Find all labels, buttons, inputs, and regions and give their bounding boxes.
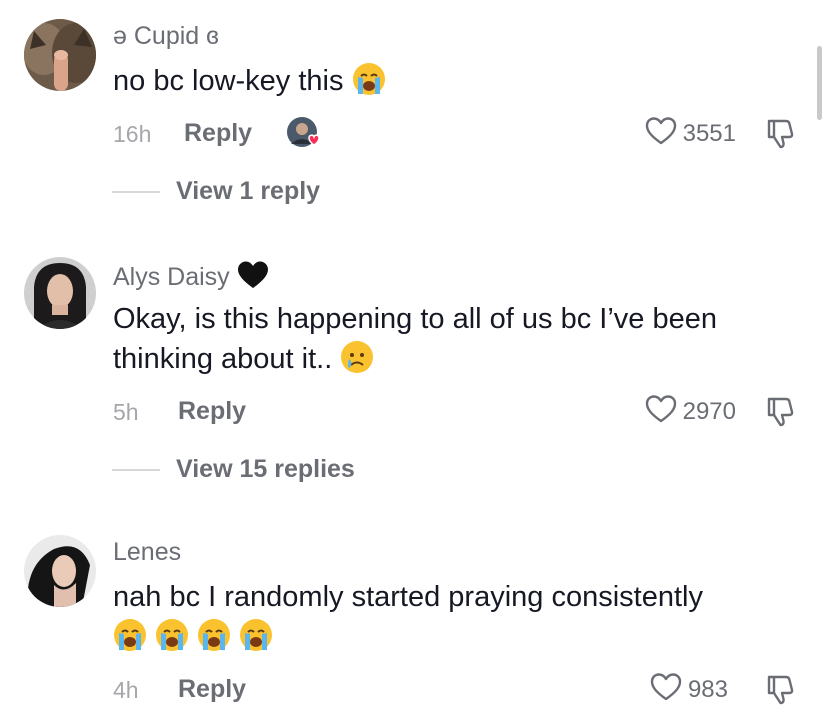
like-button[interactable]: 983	[650, 672, 728, 707]
reply-button[interactable]: Reply	[178, 675, 246, 704]
loudly-crying-face-emoji-icon	[352, 62, 386, 96]
reply-button[interactable]: Reply	[184, 119, 252, 148]
username[interactable]: ə Cupid ɞ	[113, 22, 219, 51]
comment-text: Okay, is this happening to all of us bc …	[113, 299, 788, 379]
divider-line	[112, 468, 160, 471]
username-prefix: ə	[113, 22, 127, 50]
username[interactable]: Lenes	[113, 538, 181, 567]
avatar[interactable]	[24, 257, 96, 329]
username-text: Lenes	[113, 538, 182, 566]
loudly-crying-face-emoji-icon	[239, 618, 273, 652]
comment-time: 16h	[113, 121, 152, 147]
scrollbar[interactable]	[817, 46, 822, 120]
avatar[interactable]	[24, 19, 96, 91]
loudly-crying-face-emoji-icon	[113, 618, 147, 652]
divider-line	[112, 190, 160, 193]
username[interactable]: Alys Daisy	[113, 260, 269, 297]
like-button[interactable]: 2970	[645, 394, 736, 429]
loudly-crying-face-emoji-icon	[155, 618, 189, 652]
dislike-icon[interactable]	[762, 116, 796, 150]
like-button[interactable]: 3551	[645, 116, 736, 151]
comment-text-body: nah bc I randomly started praying consis…	[113, 581, 703, 613]
reply-button[interactable]: Reply	[178, 397, 246, 426]
dislike-icon[interactable]	[762, 672, 796, 706]
comment-text-body: Okay, is this happening to all of us bc …	[113, 303, 717, 375]
loudly-crying-face-emoji-icon	[197, 618, 231, 652]
like-count: 983	[687, 675, 728, 703]
comment-text-body: no bc low-key this	[113, 65, 344, 97]
black-heart-icon	[237, 260, 269, 297]
view-replies-label: View 15 replies	[176, 455, 355, 483]
comment-text: no bc low-key this	[113, 61, 788, 101]
comment-time: 5h	[113, 399, 139, 425]
heart-icon	[645, 394, 677, 429]
username-text: Cupid	[133, 22, 200, 50]
dislike-icon[interactable]	[762, 394, 796, 428]
view-replies-button[interactable]: View 1 reply	[112, 177, 320, 206]
username-suffix: ɞ	[206, 22, 219, 50]
heart-icon	[650, 672, 682, 707]
heart-icon	[645, 116, 677, 151]
like-count: 3551	[682, 119, 736, 147]
crying-face-emoji-icon	[340, 340, 374, 374]
comment-time: 4h	[113, 677, 139, 703]
comment-text: nah bc I randomly started praying consis…	[113, 577, 788, 657]
like-count: 2970	[682, 397, 736, 425]
username-text: Alys Daisy	[113, 263, 230, 292]
view-replies-button[interactable]: View 15 replies	[112, 455, 355, 484]
creator-liked-badge	[286, 116, 322, 152]
avatar[interactable]	[24, 535, 96, 607]
view-replies-label: View 1 reply	[176, 177, 321, 205]
